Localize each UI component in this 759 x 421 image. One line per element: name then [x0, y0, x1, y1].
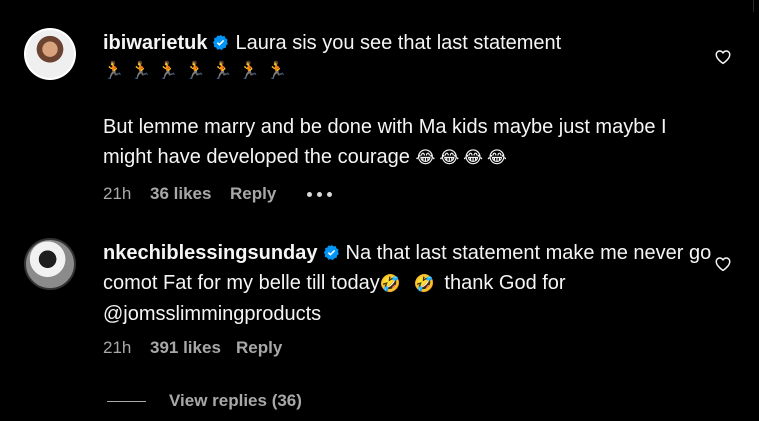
- view-replies-label: View replies (36): [169, 391, 302, 410]
- reply-button[interactable]: Reply: [230, 184, 276, 204]
- line-break: [103, 83, 715, 112]
- view-replies-button[interactable]: View replies (36): [107, 390, 367, 412]
- scroll-edge: [753, 0, 759, 12]
- avatar-image: [26, 30, 74, 78]
- comment-body: ibiwarietuk Laura sis you see that last s…: [103, 28, 715, 173]
- comment-emojis: 🤣 🤣: [379, 274, 439, 293]
- reply-button[interactable]: Reply: [236, 338, 282, 358]
- comment-username[interactable]: nkechiblessingsunday: [103, 242, 318, 264]
- top-border: [0, 0, 759, 12]
- heart-icon[interactable]: [714, 255, 732, 273]
- like-count[interactable]: 391 likes: [150, 338, 236, 358]
- heart-icon[interactable]: [714, 48, 732, 66]
- comment-emojis: 😂😂😂😂: [415, 148, 511, 167]
- comment-time: 21h: [103, 184, 132, 203]
- verified-badge-icon: [213, 34, 229, 51]
- verified-badge-icon: [323, 244, 339, 261]
- comment-time: 21h: [103, 338, 132, 357]
- more-options-icon[interactable]: [307, 192, 333, 198]
- comment-meta: 21h 391 likes Reply: [103, 338, 282, 358]
- comment-text: Laura sis you see that last statement: [235, 32, 562, 54]
- like-count[interactable]: 36 likes: [150, 184, 230, 204]
- comment-emojis: 🏃🏃🏃🏃🏃🏃🏃: [103, 61, 294, 80]
- avatar[interactable]: [24, 28, 76, 80]
- comment-text: But lemme marry and be done with Ma kids…: [103, 116, 667, 168]
- comment-meta: 21h 36 likes Reply: [103, 184, 276, 204]
- avatar[interactable]: [24, 238, 76, 290]
- comment-username[interactable]: ibiwarietuk: [103, 32, 207, 54]
- replies-divider: [107, 401, 146, 402]
- comment-body: nkechiblessingsunday Na that last stateme…: [103, 238, 715, 329]
